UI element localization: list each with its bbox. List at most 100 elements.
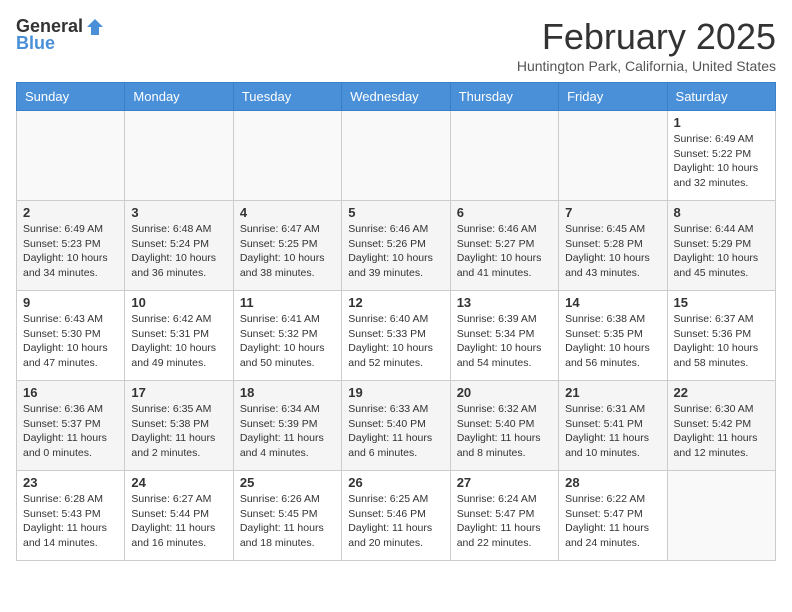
day-number: 23: [23, 475, 118, 490]
title-area: February 2025 Huntington Park, Californi…: [517, 16, 776, 74]
table-row: [342, 111, 450, 201]
day-number: 1: [674, 115, 769, 130]
calendar-week-row: 9Sunrise: 6:43 AM Sunset: 5:30 PM Daylig…: [17, 291, 776, 381]
day-info: Sunrise: 6:46 AM Sunset: 5:27 PM Dayligh…: [457, 222, 552, 281]
table-row: 4 Sunrise: 6:47 AM Sunset: 5:25 PM Daylig…: [233, 201, 341, 291]
day-info: Sunrise: 6:45 AM Sunset: 5:28 PM Dayligh…: [565, 222, 660, 281]
table-row: 26 Sunrise: 6:25 AM Sunset: 5:46 PM Dayli…: [342, 471, 450, 561]
table-row: 8 Sunrise: 6:44 AM Sunset: 5:29 PM Daylig…: [667, 201, 775, 291]
table-row: 20Sunrise: 6:32 AM Sunset: 5:40 PM Dayli…: [450, 381, 558, 471]
day-info: Sunrise: 6:40 AM Sunset: 5:33 PM Dayligh…: [348, 312, 443, 371]
day-number: 12: [348, 295, 443, 310]
table-row: 23 Sunrise: 6:28 AM Sunset: 5:43 PM Dayli…: [17, 471, 125, 561]
month-title: February 2025: [517, 16, 776, 58]
table-row: 9Sunrise: 6:43 AM Sunset: 5:30 PM Daylig…: [17, 291, 125, 381]
header-wednesday: Wednesday: [342, 83, 450, 111]
page-header: General Blue February 2025 Huntington Pa…: [16, 16, 776, 74]
calendar-week-row: 23 Sunrise: 6:28 AM Sunset: 5:43 PM Dayli…: [17, 471, 776, 561]
table-row: [667, 471, 775, 561]
header-saturday: Saturday: [667, 83, 775, 111]
table-row: 2 Sunrise: 6:49 AM Sunset: 5:23 PM Daylig…: [17, 201, 125, 291]
day-number: 18: [240, 385, 335, 400]
header-thursday: Thursday: [450, 83, 558, 111]
logo: General Blue: [16, 16, 105, 54]
day-info: Sunrise: 6:26 AM Sunset: 5:45 PM Dayligh…: [240, 492, 335, 551]
day-info: Sunrise: 6:28 AM Sunset: 5:43 PM Dayligh…: [23, 492, 118, 551]
day-number: 28: [565, 475, 660, 490]
day-number: 10: [131, 295, 226, 310]
table-row: 27Sunrise: 6:24 AM Sunset: 5:47 PM Dayli…: [450, 471, 558, 561]
logo-icon: [85, 17, 105, 37]
day-info: Sunrise: 6:31 AM Sunset: 5:41 PM Dayligh…: [565, 402, 660, 461]
header-tuesday: Tuesday: [233, 83, 341, 111]
table-row: 7 Sunrise: 6:45 AM Sunset: 5:28 PM Daylig…: [559, 201, 667, 291]
table-row: 16 Sunrise: 6:36 AM Sunset: 5:37 PM Dayli…: [17, 381, 125, 471]
page-container: General Blue February 2025 Huntington Pa…: [0, 0, 792, 577]
day-number: 4: [240, 205, 335, 220]
day-number: 22: [674, 385, 769, 400]
table-row: [450, 111, 558, 201]
day-info: Sunrise: 6:49 AM Sunset: 5:23 PM Dayligh…: [23, 222, 118, 281]
day-info: Sunrise: 6:37 AM Sunset: 5:36 PM Dayligh…: [674, 312, 769, 371]
table-row: 22 Sunrise: 6:30 AM Sunset: 5:42 PM Dayli…: [667, 381, 775, 471]
table-row: 6Sunrise: 6:46 AM Sunset: 5:27 PM Daylig…: [450, 201, 558, 291]
table-row: 13 Sunrise: 6:39 AM Sunset: 5:34 PM Dayli…: [450, 291, 558, 381]
calendar-week-row: 2 Sunrise: 6:49 AM Sunset: 5:23 PM Daylig…: [17, 201, 776, 291]
table-row: 17 Sunrise: 6:35 AM Sunset: 5:38 PM Dayli…: [125, 381, 233, 471]
day-info: Sunrise: 6:35 AM Sunset: 5:38 PM Dayligh…: [131, 402, 226, 461]
table-row: [125, 111, 233, 201]
table-row: [17, 111, 125, 201]
day-number: 27: [457, 475, 552, 490]
day-number: 3: [131, 205, 226, 220]
calendar-week-row: 1 Sunrise: 6:49 AM Sunset: 5:22 PM Daylig…: [17, 111, 776, 201]
day-info: Sunrise: 6:39 AM Sunset: 5:34 PM Dayligh…: [457, 312, 552, 371]
table-row: 5 Sunrise: 6:46 AM Sunset: 5:26 PM Daylig…: [342, 201, 450, 291]
header-monday: Monday: [125, 83, 233, 111]
day-number: 5: [348, 205, 443, 220]
table-row: 19 Sunrise: 6:33 AM Sunset: 5:40 PM Dayli…: [342, 381, 450, 471]
location-text: Huntington Park, California, United Stat…: [517, 58, 776, 74]
day-number: 21: [565, 385, 660, 400]
day-info: Sunrise: 6:25 AM Sunset: 5:46 PM Dayligh…: [348, 492, 443, 551]
day-number: 9: [23, 295, 118, 310]
header-friday: Friday: [559, 83, 667, 111]
day-number: 15: [674, 295, 769, 310]
day-number: 16: [23, 385, 118, 400]
header-sunday: Sunday: [17, 83, 125, 111]
day-info: Sunrise: 6:47 AM Sunset: 5:25 PM Dayligh…: [240, 222, 335, 281]
day-info: Sunrise: 6:36 AM Sunset: 5:37 PM Dayligh…: [23, 402, 118, 461]
table-row: 15 Sunrise: 6:37 AM Sunset: 5:36 PM Dayli…: [667, 291, 775, 381]
day-info: Sunrise: 6:34 AM Sunset: 5:39 PM Dayligh…: [240, 402, 335, 461]
day-info: Sunrise: 6:38 AM Sunset: 5:35 PM Dayligh…: [565, 312, 660, 371]
day-number: 8: [674, 205, 769, 220]
table-row: 12 Sunrise: 6:40 AM Sunset: 5:33 PM Dayli…: [342, 291, 450, 381]
calendar-header-row: Sunday Monday Tuesday Wednesday Thursday…: [17, 83, 776, 111]
day-info: Sunrise: 6:49 AM Sunset: 5:22 PM Dayligh…: [674, 132, 769, 191]
day-info: Sunrise: 6:33 AM Sunset: 5:40 PM Dayligh…: [348, 402, 443, 461]
day-number: 24: [131, 475, 226, 490]
day-number: 13: [457, 295, 552, 310]
day-info: Sunrise: 6:42 AM Sunset: 5:31 PM Dayligh…: [131, 312, 226, 371]
calendar-week-row: 16 Sunrise: 6:36 AM Sunset: 5:37 PM Dayli…: [17, 381, 776, 471]
day-info: Sunrise: 6:46 AM Sunset: 5:26 PM Dayligh…: [348, 222, 443, 281]
day-number: 26: [348, 475, 443, 490]
table-row: 10 Sunrise: 6:42 AM Sunset: 5:31 PM Dayli…: [125, 291, 233, 381]
day-number: 20: [457, 385, 552, 400]
day-number: 2: [23, 205, 118, 220]
table-row: 3Sunrise: 6:48 AM Sunset: 5:24 PM Daylig…: [125, 201, 233, 291]
day-number: 19: [348, 385, 443, 400]
day-number: 14: [565, 295, 660, 310]
day-info: Sunrise: 6:41 AM Sunset: 5:32 PM Dayligh…: [240, 312, 335, 371]
table-row: 24 Sunrise: 6:27 AM Sunset: 5:44 PM Dayli…: [125, 471, 233, 561]
logo-blue-text: Blue: [16, 33, 55, 54]
calendar-table: Sunday Monday Tuesday Wednesday Thursday…: [16, 82, 776, 561]
table-row: [559, 111, 667, 201]
day-info: Sunrise: 6:22 AM Sunset: 5:47 PM Dayligh…: [565, 492, 660, 551]
table-row: 25Sunrise: 6:26 AM Sunset: 5:45 PM Dayli…: [233, 471, 341, 561]
day-info: Sunrise: 6:27 AM Sunset: 5:44 PM Dayligh…: [131, 492, 226, 551]
table-row: 14 Sunrise: 6:38 AM Sunset: 5:35 PM Dayli…: [559, 291, 667, 381]
day-number: 7: [565, 205, 660, 220]
day-info: Sunrise: 6:30 AM Sunset: 5:42 PM Dayligh…: [674, 402, 769, 461]
day-number: 17: [131, 385, 226, 400]
day-info: Sunrise: 6:44 AM Sunset: 5:29 PM Dayligh…: [674, 222, 769, 281]
